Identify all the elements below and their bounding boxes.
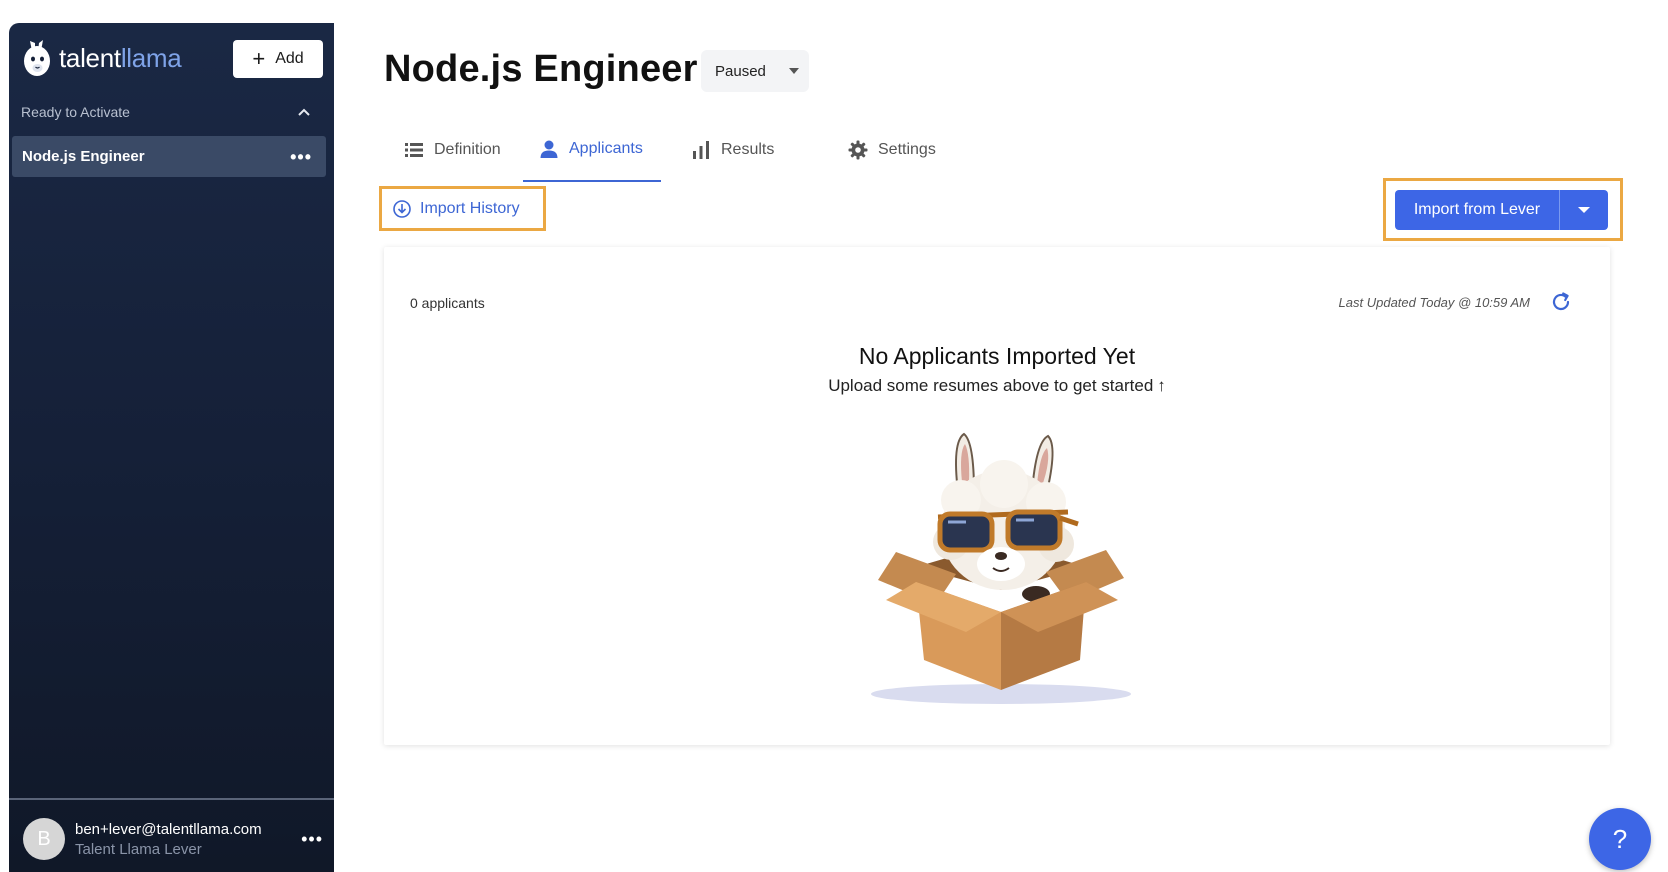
add-button[interactable]: + Add	[233, 40, 323, 78]
arrow-up-icon: ↑	[1157, 376, 1166, 395]
sidebar-item-label: Node.js Engineer	[22, 148, 145, 165]
import-options-dropdown[interactable]	[1560, 190, 1608, 230]
tab-label: Settings	[878, 141, 936, 158]
caret-down-icon	[789, 68, 799, 74]
plus-icon: +	[252, 46, 266, 71]
applicant-count: 0 applicants	[410, 295, 485, 311]
status-dropdown[interactable]: Paused	[701, 50, 809, 92]
tab-label: Definition	[434, 141, 501, 158]
llama-in-box-illustration	[871, 432, 1131, 704]
bar-chart-icon	[693, 141, 709, 159]
tab-applicants[interactable]: Applicants	[523, 118, 661, 182]
more-options-icon[interactable]: •••	[290, 148, 312, 166]
tab-results[interactable]: Results	[661, 118, 816, 182]
tab-definition[interactable]: Definition	[384, 118, 523, 182]
list-icon	[405, 143, 423, 157]
gear-icon	[848, 140, 868, 160]
applicants-card: 0 applicants Last Updated Today @ 10:59 …	[384, 247, 1610, 745]
help-button[interactable]: ?	[1589, 808, 1651, 870]
refresh-icon[interactable]	[1550, 291, 1572, 313]
download-circle-icon	[393, 199, 411, 218]
import-lever-highlight: Import from Lever	[1383, 178, 1623, 241]
user-email: ben+lever@talentllama.com	[75, 820, 262, 838]
tab-label: Applicants	[569, 140, 643, 157]
tab-bar: Definition Applicants Results Settings	[384, 118, 956, 182]
import-from-lever-button[interactable]: Import from Lever	[1395, 190, 1560, 230]
tab-settings[interactable]: Settings	[816, 118, 956, 182]
llama-logo-icon	[24, 40, 50, 76]
add-button-label: Add	[275, 50, 304, 67]
chevron-up-icon[interactable]	[297, 105, 311, 119]
import-history-label: Import History	[420, 199, 520, 217]
status-value: Paused	[715, 62, 766, 80]
empty-state-subtitle: Upload some resumes above to get started…	[828, 376, 1166, 395]
user-org: Talent Llama Lever	[75, 840, 202, 858]
brand-name: talentllama	[59, 42, 182, 73]
brand-logo[interactable]: talentllama	[21, 37, 182, 79]
tab-label: Results	[721, 141, 775, 158]
avatar: B	[23, 818, 65, 860]
empty-state-title: No Applicants Imported Yet	[858, 343, 1136, 369]
sidebar: talentllama + Add Ready to Activate Node…	[9, 23, 334, 872]
caret-down-icon	[1578, 207, 1590, 213]
user-account[interactable]: B ben+lever@talentllama.com Talent Llama…	[23, 818, 323, 860]
page-title: Node.js Engineer	[384, 48, 698, 90]
import-history-button[interactable]: Import History	[379, 186, 546, 231]
sidebar-item-nodejs-engineer[interactable]: Node.js Engineer •••	[12, 136, 326, 177]
person-icon	[540, 140, 558, 158]
sidebar-divider	[9, 798, 334, 800]
last-updated: Last Updated Today @ 10:59 AM	[1338, 295, 1530, 310]
import-from-lever-split-button: Import from Lever	[1395, 190, 1608, 230]
section-label: Ready to Activate	[21, 104, 130, 120]
section-header-ready-to-activate[interactable]: Ready to Activate	[21, 104, 311, 120]
user-more-options-icon[interactable]: •••	[301, 830, 323, 848]
